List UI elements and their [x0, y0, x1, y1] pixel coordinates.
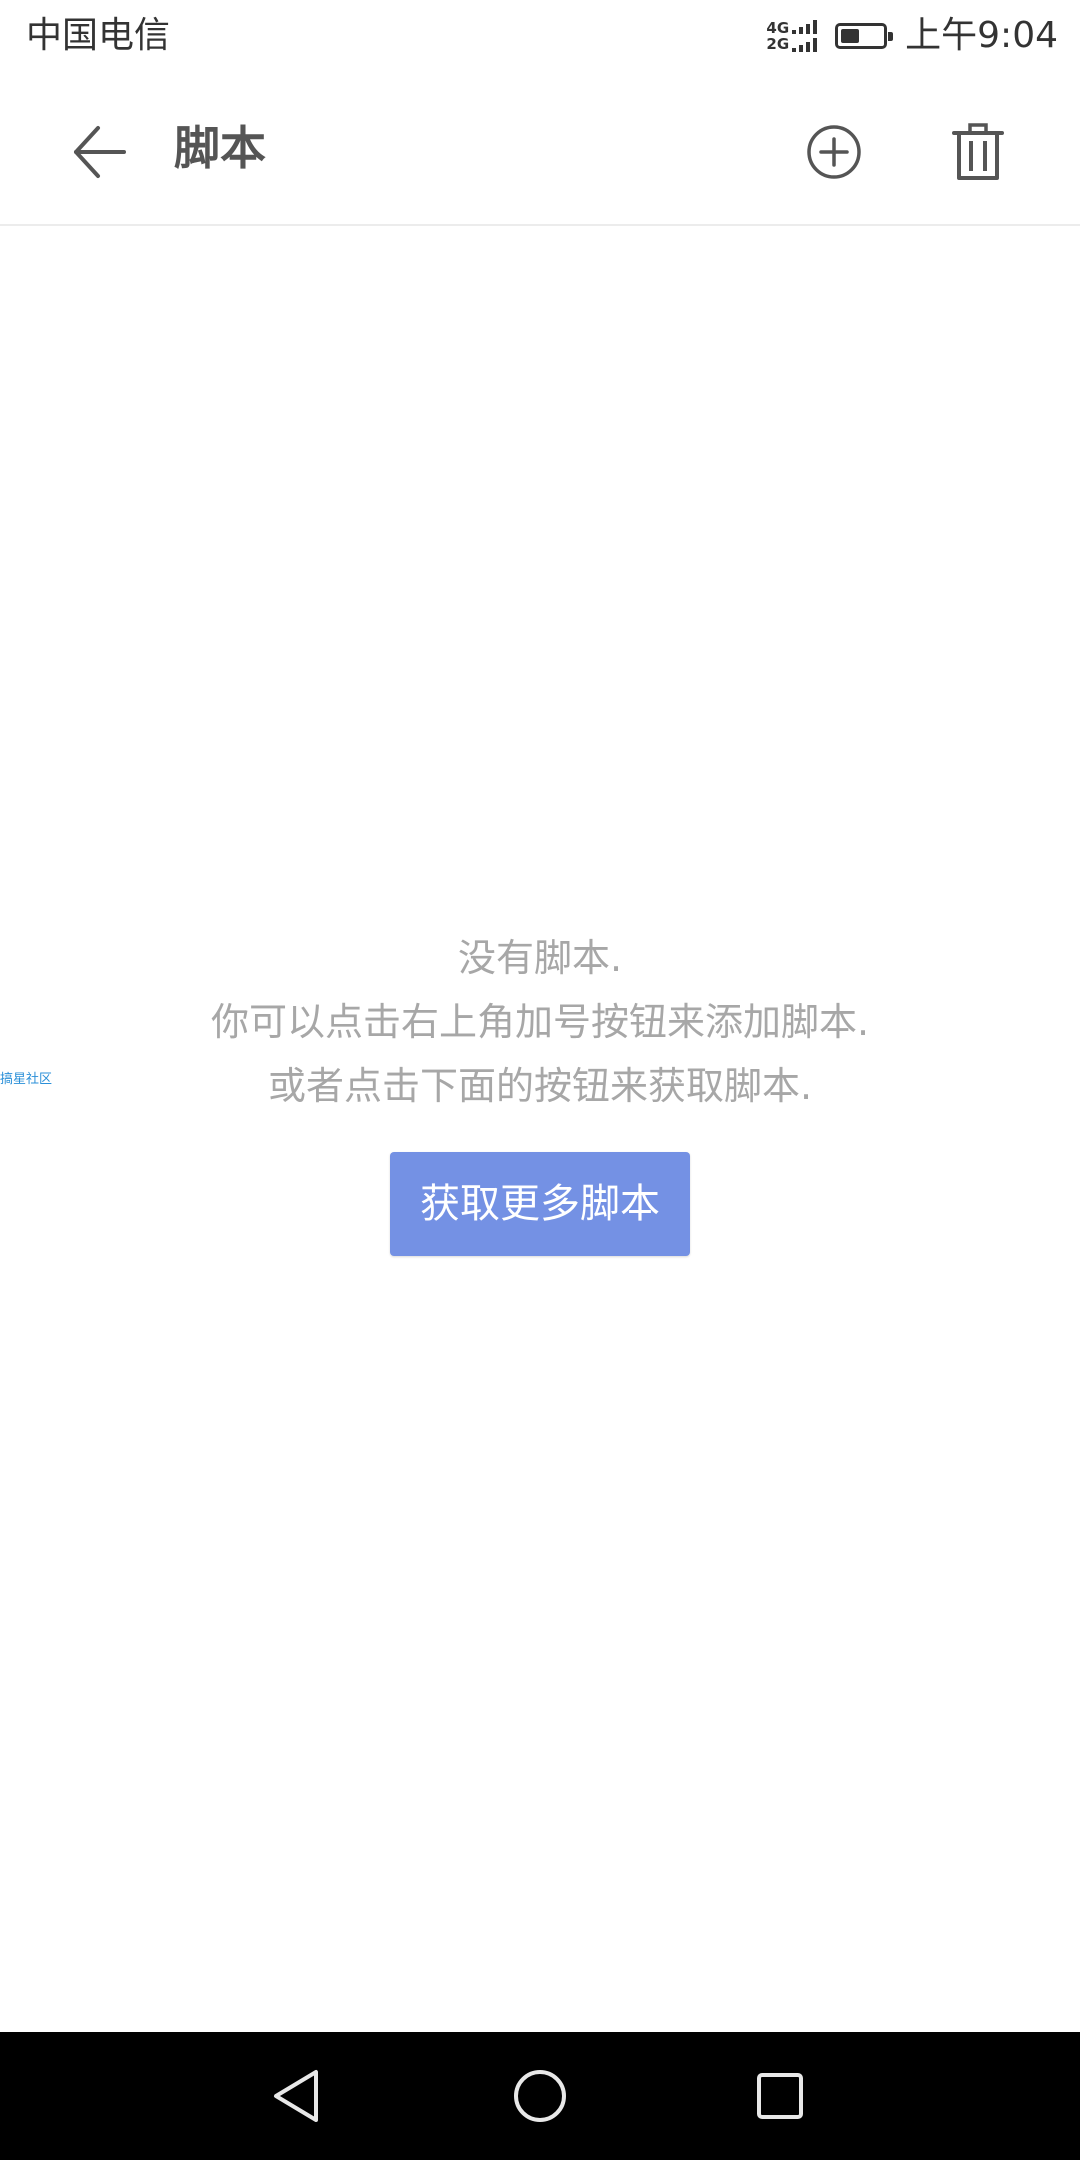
empty-state-line: 或者点击下面的按钮来获取脚本. [267, 1064, 813, 1108]
status-indicators: 4G 2G 上午9:04 [766, 12, 1058, 60]
nav-back-button[interactable] [258, 2056, 338, 2136]
nav-recents-button[interactable] [740, 2056, 820, 2136]
delete-button[interactable] [938, 112, 1018, 192]
plus-circle-icon [807, 125, 861, 179]
battery-fill [841, 29, 860, 43]
status-bar: 中国电信 4G 2G 上午9:04 [0, 0, 1080, 72]
empty-state-line: 你可以点击右上角加号按钮来添加脚本. [210, 1000, 870, 1044]
trash-icon [952, 123, 1004, 180]
status-time: 上午9:04 [905, 15, 1058, 56]
signal-icon: 4G 2G [766, 19, 818, 53]
navigation-bar [0, 2032, 1080, 2160]
carrier-name: 中国电信 [26, 15, 171, 56]
circle-home-icon [514, 2070, 566, 2122]
network-type-bottom: 2G [766, 35, 790, 53]
app-bar: 脚本 [0, 72, 1080, 226]
battery-icon [835, 23, 894, 49]
nav-home-button[interactable] [500, 2056, 580, 2136]
back-button[interactable] [60, 112, 140, 192]
add-script-button[interactable] [794, 112, 874, 192]
empty-state-message: 没有脚本. 你可以点击右上角加号按钮来添加脚本. 或者点击下面的按钮来获取脚本. [0, 926, 1080, 1118]
square-recents-icon [757, 2073, 803, 2119]
network-type-top: 4G [766, 19, 790, 37]
triangle-back-icon [274, 2070, 318, 2122]
empty-state-line: 没有脚本. [457, 936, 623, 980]
page-title: 脚本 [174, 121, 266, 175]
arrow-left-icon [74, 126, 126, 178]
screen: 中国电信 4G 2G 上午9:04 脚本 搞星社区 没有脚本. 你可以点击右上角… [0, 0, 1080, 2160]
get-more-scripts-button[interactable]: 获取更多脚本 [390, 1152, 690, 1256]
